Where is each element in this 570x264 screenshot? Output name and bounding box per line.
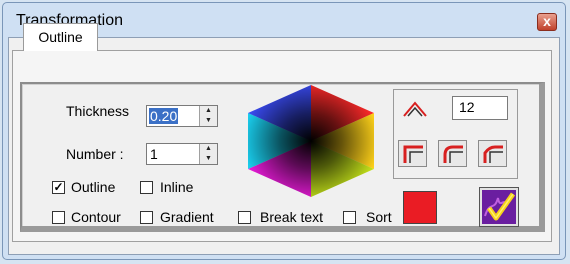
number-value[interactable]: 1 [149,146,159,162]
color-hexagon-picker[interactable] [248,85,374,197]
sort-checkbox[interactable] [343,211,356,224]
rounded-corner-icon [443,145,463,163]
thickness-spin-buttons: ▲ ▼ [199,106,217,126]
apply-button[interactable] [479,187,519,227]
tab-outline[interactable]: Outline [23,23,98,51]
inline-checkbox[interactable] [140,181,153,194]
checkmark-icon: ✓ [53,180,64,194]
number-spin-buttons: ▲ ▼ [199,144,217,164]
sort-checkbox-label[interactable]: Sort [366,209,392,225]
beveled-corner-button[interactable] [478,140,507,167]
inline-checkbox-label[interactable]: Inline [160,179,193,195]
break-text-checkbox[interactable] [238,211,251,224]
square-corner-icon [403,145,423,163]
angle-icon [403,101,427,117]
outline-color-swatch[interactable] [403,191,437,224]
outline-checkbox-label[interactable]: Outline [71,179,115,195]
square-corner-button[interactable] [398,140,427,167]
contour-checkbox-label[interactable]: Contour [71,209,121,225]
thickness-label: Thickness [66,103,130,119]
close-icon: x [543,13,551,29]
number-label: Number : [66,146,124,162]
checkmark-apply-icon [482,190,516,224]
beveled-corner-icon [483,145,503,163]
contour-checkbox[interactable] [52,211,65,224]
tab-outline-label: Outline [38,29,83,45]
thickness-value[interactable]: 0.20 [149,108,179,124]
outline-checkbox[interactable]: ✓ [52,181,65,194]
number-down-arrow-icon[interactable]: ▼ [200,154,217,164]
gradient-checkbox[interactable] [140,211,153,224]
gradient-checkbox-label[interactable]: Gradient [160,209,214,225]
corner-angle-value: 12 [459,99,475,115]
thickness-down-arrow-icon[interactable]: ▼ [200,116,217,126]
close-button[interactable]: x [537,13,557,31]
break-text-checkbox-label[interactable]: Break text [260,209,323,225]
rounded-corner-button[interactable] [438,140,467,167]
thickness-spinner[interactable]: 0.20 ▲ ▼ [146,105,218,127]
number-spinner[interactable]: 1 ▲ ▼ [146,143,218,165]
corner-angle-input[interactable]: 12 [452,96,508,120]
